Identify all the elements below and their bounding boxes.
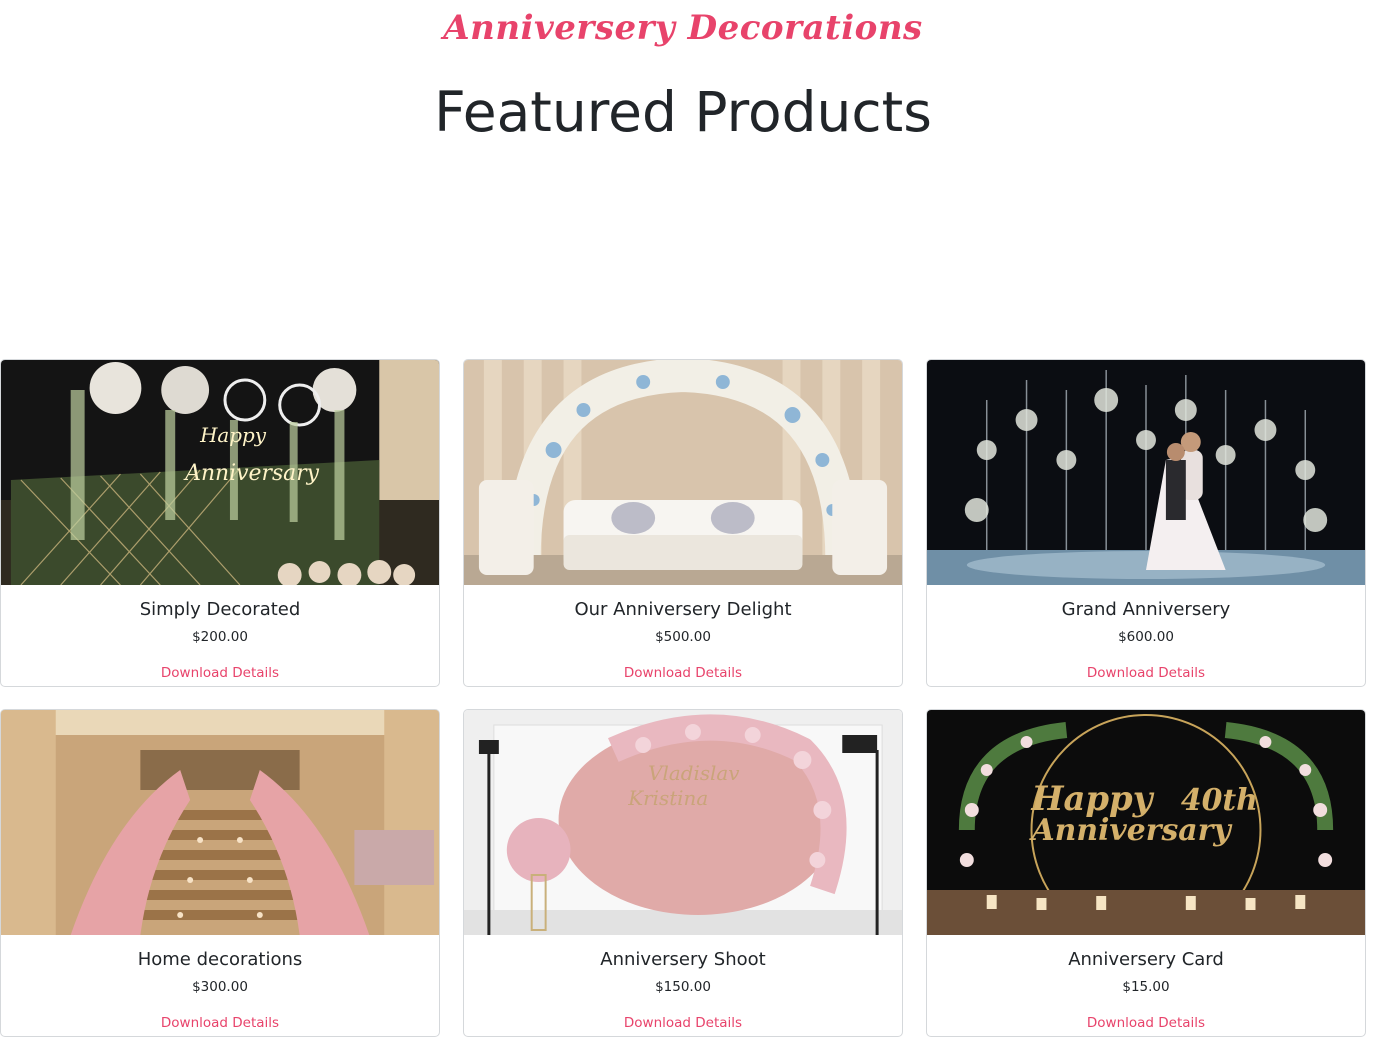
product-price: $200.00: [192, 629, 248, 645]
download-details-link[interactable]: Download Details: [464, 665, 902, 681]
brand-title: Anniversery Decorations: [443, 8, 923, 48]
floral-arch-sofa-image[interactable]: [464, 360, 902, 585]
product-name: Anniversery Card: [1068, 949, 1224, 970]
product-name: Our Anniversery Delight: [574, 599, 792, 620]
download-details-link[interactable]: Download Details: [464, 1015, 902, 1031]
product-card: Our Anniversery Delight $500.00 Download…: [463, 359, 903, 687]
download-details-link[interactable]: Download Details: [927, 1015, 1365, 1031]
product-price: $500.00: [655, 629, 711, 645]
product-card: Happy 40th Anniversary Anniversery Card …: [926, 709, 1366, 1037]
product-grid: Happy Anniversary Simply Decorated $200.…: [0, 359, 1366, 1037]
product-card: Happy Anniversary Simply Decorated $200.…: [0, 359, 440, 687]
neon-happy-anniversary-backdrop-image[interactable]: Happy Anniversary: [1, 360, 439, 585]
svg-text:Kristina: Kristina: [627, 786, 708, 810]
product-card: Vladislav Kristina Anniversery Shoot $15…: [463, 709, 903, 1037]
svg-text:Vladislav: Vladislav: [648, 761, 740, 785]
product-card: Home decorations $300.00 Download Detail…: [0, 709, 440, 1037]
product-price: $150.00: [655, 979, 711, 995]
download-details-link[interactable]: Download Details: [1, 1015, 439, 1031]
pink-floral-backdrop-image[interactable]: Vladislav Kristina: [464, 710, 902, 935]
product-price: $15.00: [1122, 979, 1170, 995]
download-details-link[interactable]: Download Details: [927, 665, 1365, 681]
page-title: Featured Products: [434, 80, 932, 144]
product-price: $300.00: [192, 979, 248, 995]
svg-text:Anniversary: Anniversary: [1029, 813, 1234, 848]
product-price: $600.00: [1118, 629, 1174, 645]
svg-text:Happy: Happy: [199, 423, 267, 447]
couple-floral-stage-image[interactable]: [927, 360, 1365, 585]
product-name: Anniversery Shoot: [600, 949, 766, 970]
product-name: Simply Decorated: [139, 599, 301, 620]
product-card: Grand Anniversery $600.00 Download Detai…: [926, 359, 1366, 687]
floral-staircase-image[interactable]: [1, 710, 439, 935]
svg-text:Anniversary: Anniversary: [183, 461, 319, 486]
product-name: Grand Anniversery: [1061, 599, 1231, 620]
happy-40th-anniversary-sign-image[interactable]: Happy 40th Anniversary: [927, 710, 1365, 935]
download-details-link[interactable]: Download Details: [1, 665, 439, 681]
product-name: Home decorations: [137, 949, 303, 970]
